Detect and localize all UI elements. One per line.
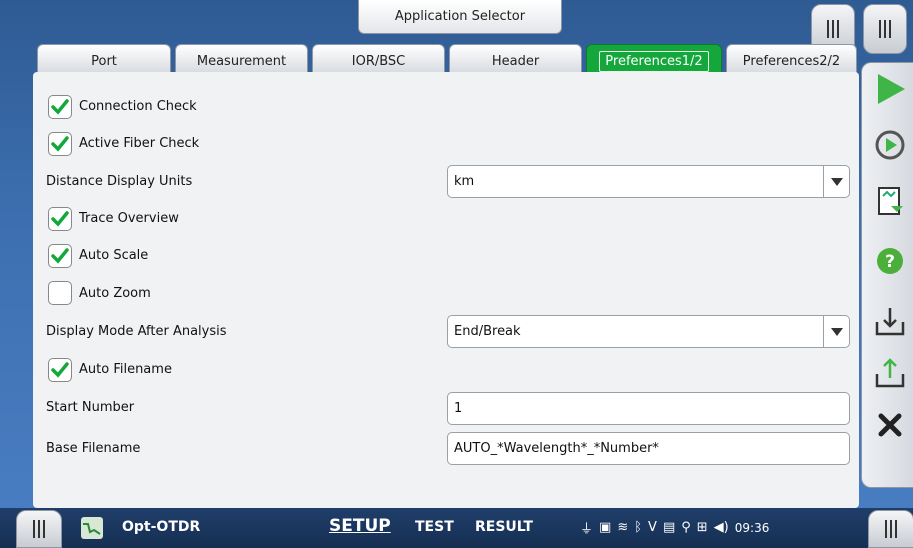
- auto-scale-checkbox[interactable]: [48, 244, 72, 268]
- auto-scale-label: Auto Scale: [79, 248, 149, 263]
- power-plug-icon: ⏚: [580, 522, 594, 537]
- action-sidebar: ?: [861, 62, 913, 488]
- help-icon: ?: [877, 248, 903, 274]
- display-mode-label: Display Mode After Analysis: [46, 324, 227, 339]
- grip-icon: [827, 20, 839, 38]
- storage-icon: ▣: [599, 520, 612, 535]
- distance-units-label: Distance Display Units: [46, 174, 193, 189]
- display-mode-select[interactable]: End/Break: [447, 315, 850, 348]
- checkmark-icon: [51, 211, 69, 227]
- auto-zoom-checkbox[interactable]: [48, 281, 72, 305]
- bluetooth-icon: ᛒ: [634, 520, 643, 535]
- start-number-label: Start Number: [46, 400, 135, 415]
- application-selector[interactable]: Application Selector: [358, 0, 562, 34]
- application-selector-label: Application Selector: [394, 9, 526, 24]
- trace-overview-label: Trace Overview: [79, 211, 179, 226]
- start-number-input[interactable]: 1: [447, 392, 850, 425]
- bottom-left-handle[interactable]: [16, 510, 62, 548]
- connection-check-label: Connection Check: [79, 99, 197, 114]
- grip-icon: [885, 520, 897, 538]
- satellite-icon: ⚲: [681, 520, 691, 535]
- base-filename-label: Base Filename: [46, 441, 141, 456]
- app-name: Opt-OTDR: [122, 519, 201, 535]
- load-button[interactable]: [870, 301, 910, 341]
- grip-icon: [879, 20, 891, 38]
- remote-terminal-icon: ▤: [662, 520, 676, 535]
- auto-zoom-label: Auto Zoom: [79, 286, 151, 301]
- close-icon: [878, 413, 902, 437]
- network-icon: ⊞: [696, 520, 708, 535]
- close-button[interactable]: [870, 405, 910, 445]
- play-icon: [878, 74, 905, 104]
- connection-check-checkbox[interactable]: [48, 95, 72, 119]
- auto-filename-checkbox[interactable]: [48, 358, 72, 382]
- bottom-status-bar: Opt-OTDR SETUP TEST RESULT ⏚ ▣ ≋ ᛒ V ▤ ⚲…: [0, 508, 913, 548]
- checkmark-icon: [51, 136, 69, 152]
- checkmark-icon: [51, 248, 69, 264]
- top-right-panel-handle-2[interactable]: [863, 4, 907, 54]
- volume-icon: ◀): [713, 520, 729, 535]
- play-button[interactable]: [870, 69, 910, 109]
- active-fiber-check-label: Active Fiber Check: [79, 136, 200, 151]
- trace-overview-checkbox[interactable]: [48, 207, 72, 231]
- grip-icon: [33, 520, 45, 538]
- save-icon: [875, 358, 905, 388]
- help-button[interactable]: ?: [870, 241, 910, 281]
- report-icon: [878, 187, 903, 215]
- otdr-app-icon: [81, 517, 103, 539]
- save-button[interactable]: [870, 353, 910, 393]
- svg-text:?: ?: [885, 252, 895, 272]
- nav-test[interactable]: TEST: [415, 519, 454, 535]
- repeat-play-button[interactable]: [870, 125, 910, 165]
- repeat-play-icon: [875, 130, 905, 160]
- wifi-icon: ≋: [617, 520, 629, 535]
- dropdown-arrow-icon: [823, 316, 849, 347]
- nav-result[interactable]: RESULT: [475, 519, 533, 535]
- active-fiber-check-checkbox[interactable]: [48, 132, 72, 156]
- clock: 09:36: [734, 520, 770, 535]
- base-filename-input[interactable]: AUTO_*Wavelength*_*Number*: [447, 432, 850, 465]
- dropdown-arrow-icon: [823, 166, 849, 197]
- vnc-icon: V: [648, 520, 657, 535]
- report-button[interactable]: [870, 181, 910, 221]
- load-icon: [875, 308, 905, 336]
- bottom-right-handle[interactable]: [868, 510, 913, 548]
- checkmark-icon: [51, 99, 69, 115]
- status-icons: ⏚ ▣ ≋ ᛒ V ▤ ⚲ ⊞ ◀) 09:36: [580, 518, 769, 537]
- nav-setup[interactable]: SETUP: [329, 516, 391, 536]
- distance-units-select[interactable]: km: [447, 165, 850, 198]
- checkmark-icon: [51, 362, 69, 378]
- auto-filename-label: Auto Filename: [79, 362, 172, 377]
